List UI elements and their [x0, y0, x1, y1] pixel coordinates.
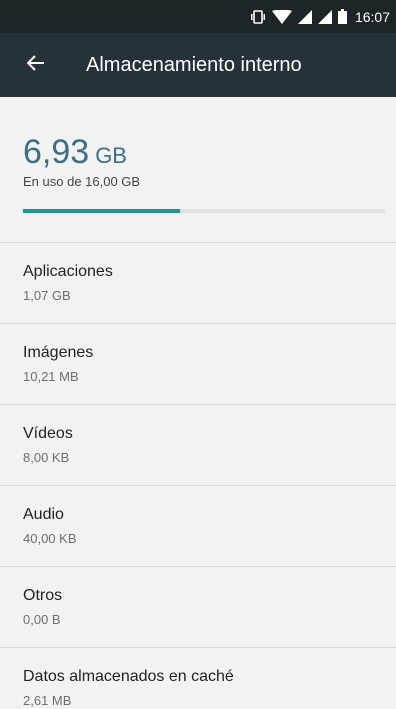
- used-storage: 6,93 GB: [23, 133, 127, 172]
- back-arrow-icon: [26, 54, 45, 76]
- item-title: Audio: [23, 506, 64, 523]
- item-size: 0,00 B: [23, 612, 61, 627]
- signal-icon: [297, 9, 312, 24]
- page-title: Almacenamiento interno: [86, 53, 302, 76]
- list-item-audio[interactable]: Audio 40,00 KB: [0, 486, 396, 567]
- used-of-total: En uso de 16,00 GB: [23, 174, 141, 189]
- item-size: 40,00 KB: [23, 531, 77, 546]
- item-title: Datos almacenados en caché: [23, 668, 234, 685]
- item-title: Otros: [23, 587, 63, 604]
- battery-icon: [337, 9, 347, 24]
- item-size: 10,21 MB: [23, 369, 79, 384]
- storage-summary: 6,93 GB En uso de 16,00 GB: [0, 97, 396, 243]
- item-title: Aplicaciones: [23, 263, 113, 280]
- storage-progress-fill: [23, 209, 180, 213]
- used-unit: GB: [95, 143, 127, 168]
- list-item-aplicaciones[interactable]: Aplicaciones 1,07 GB: [0, 243, 396, 324]
- app-bar: Almacenamiento interno: [0, 33, 396, 97]
- item-size: 1,07 GB: [23, 288, 71, 303]
- item-size: 2,61 MB: [23, 693, 72, 708]
- storage-category-list: Aplicaciones 1,07 GB Imágenes 10,21 MB V…: [0, 243, 396, 709]
- back-button[interactable]: [8, 33, 64, 97]
- list-item-otros[interactable]: Otros 0,00 B: [0, 567, 396, 648]
- vibrate-icon: [250, 9, 266, 24]
- item-title: Vídeos: [23, 425, 73, 442]
- storage-progress-bar: [23, 209, 385, 213]
- item-title: Imágenes: [23, 344, 94, 361]
- signal-icon: [317, 9, 332, 24]
- status-time: 16:07: [354, 8, 390, 25]
- wifi-icon: [271, 9, 292, 24]
- status-bar: 16:07: [0, 0, 396, 33]
- list-item-videos[interactable]: Vídeos 8,00 KB: [0, 405, 396, 486]
- item-size: 8,00 KB: [23, 450, 70, 465]
- list-item-imagenes[interactable]: Imágenes 10,21 MB: [0, 324, 396, 405]
- list-item-cache[interactable]: Datos almacenados en caché 2,61 MB: [0, 648, 396, 709]
- used-value: 6,93: [23, 133, 90, 171]
